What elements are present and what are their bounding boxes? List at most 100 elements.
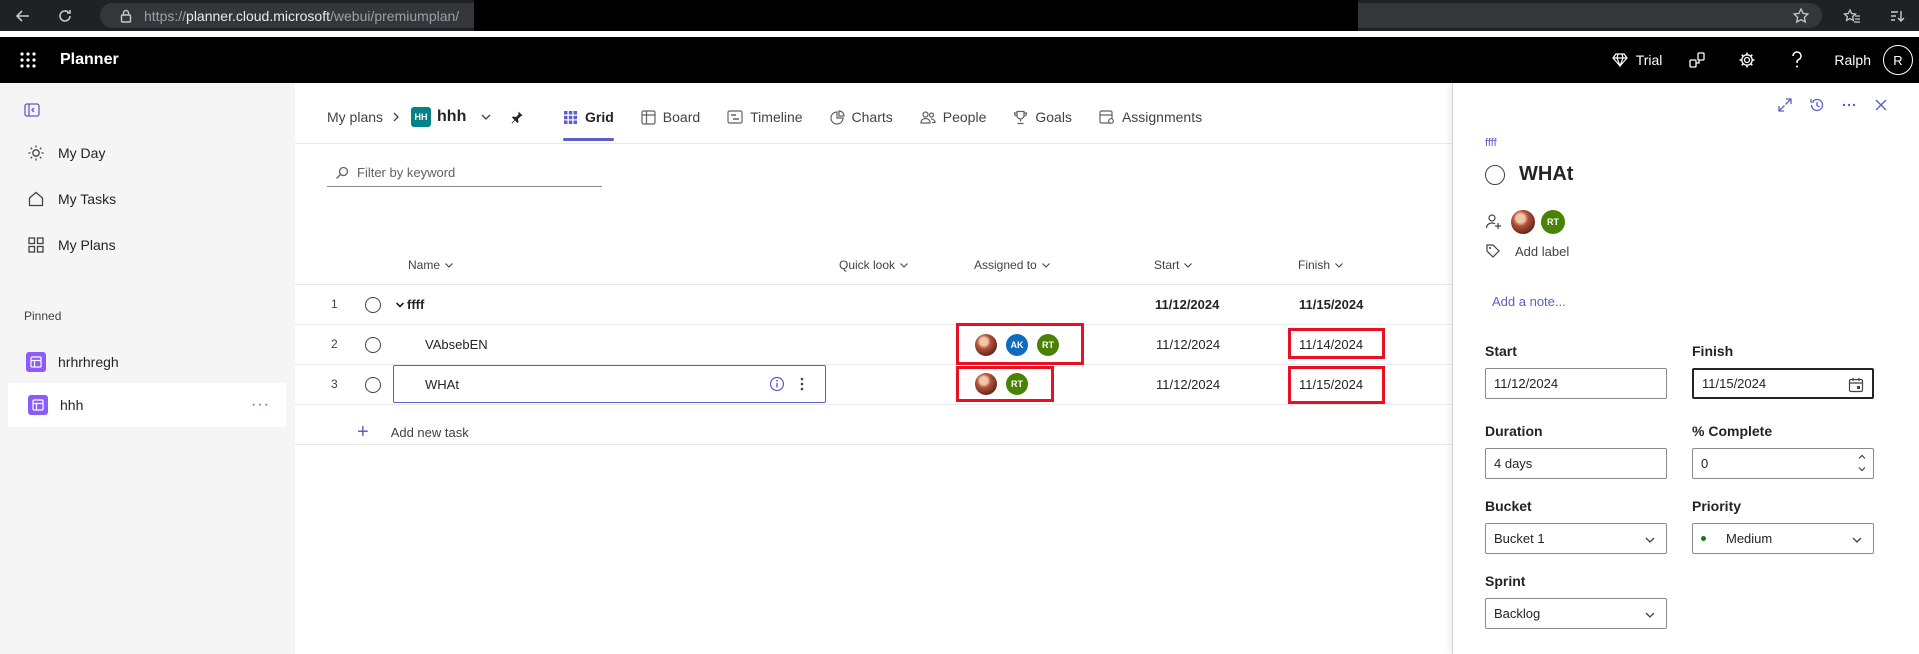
nav-my-plans[interactable]: My Plans [0, 223, 286, 267]
finish-date-field[interactable]: 11/15/2024 [1692, 368, 1874, 399]
task-finish[interactable]: 11/15/2024 [1299, 377, 1363, 392]
help-button[interactable] [1784, 47, 1810, 73]
chevron-down-icon [1851, 534, 1863, 546]
tab-charts[interactable]: Charts [829, 97, 893, 137]
priority-dropdown[interactable]: Medium [1692, 523, 1874, 554]
chevron-down-icon [445, 263, 453, 268]
column-header-finish[interactable]: Finish [1298, 258, 1344, 272]
avatar[interactable] [975, 373, 997, 395]
percent-complete-stepper[interactable]: 0 [1692, 448, 1874, 479]
user-avatar[interactable]: R [1883, 45, 1913, 75]
avatar[interactable]: AK [1006, 334, 1028, 356]
trial-button[interactable]: Trial [1611, 52, 1662, 68]
avatar[interactable]: RT [1541, 210, 1565, 234]
task-finish[interactable]: 11/15/2024 [1299, 297, 1363, 312]
add-note-link[interactable]: Add a note... [1492, 294, 1566, 309]
task-name[interactable]: VAbsebEN [425, 337, 488, 352]
chevron-up-icon[interactable] [1857, 452, 1867, 462]
refresh-button[interactable] [50, 1, 80, 31]
app-header: Planner Trial Ralph R [0, 37, 1919, 83]
close-icon[interactable] [1873, 97, 1889, 113]
task-finish[interactable]: 11/14/2024 [1299, 337, 1363, 352]
start-label: Start [1485, 343, 1517, 359]
tab-people[interactable]: People [920, 97, 986, 137]
tab-timeline[interactable]: Timeline [727, 97, 803, 137]
task-name[interactable]: ffff [407, 297, 424, 312]
back-arrow-icon [15, 9, 29, 22]
duration-field[interactable]: 4 days [1485, 448, 1667, 479]
more-options-icon[interactable]: ··· [251, 396, 270, 414]
people-icon [920, 110, 936, 125]
task-start[interactable]: 11/12/2024 [1156, 337, 1220, 352]
pinned-header: Pinned [24, 309, 62, 323]
chevron-down-icon[interactable] [395, 300, 405, 310]
complete-checkbox[interactable] [365, 297, 381, 313]
filter-input[interactable]: Filter by keyword [327, 159, 602, 187]
plan-icon [28, 395, 48, 415]
chevron-right-icon [393, 112, 399, 122]
pinned-plan-hrhrhregh[interactable]: hrhrhregh [0, 340, 286, 384]
breadcrumb-my-plans[interactable]: My plans [327, 109, 383, 125]
task-start[interactable]: 11/12/2024 [1155, 297, 1219, 312]
avatar[interactable] [975, 334, 997, 356]
column-header-name[interactable]: Name [408, 258, 454, 272]
chevron-down-icon[interactable] [1857, 464, 1867, 474]
trophy-icon [1013, 110, 1028, 125]
nav-label: My Tasks [58, 191, 117, 207]
history-icon[interactable] [1809, 97, 1825, 113]
column-header-quick-look[interactable]: Quick look [839, 258, 909, 272]
avatar[interactable]: RT [1006, 373, 1028, 395]
pinned-plan-hhh[interactable]: hhh ··· [8, 383, 286, 427]
task-name[interactable]: WHAt [425, 377, 459, 392]
column-header-start[interactable]: Start [1154, 258, 1193, 272]
table-row[interactable]: 1 ffff 11/12/2024 11/15/2024 [295, 285, 1452, 325]
back-button[interactable] [8, 1, 38, 31]
user-name[interactable]: Ralph [1834, 52, 1871, 68]
assignees-highlight [956, 366, 1054, 402]
complete-checkbox[interactable] [365, 337, 381, 353]
expand-icon[interactable] [1777, 97, 1793, 113]
tag-icon [1486, 244, 1500, 258]
assign-person-icon[interactable] [1485, 213, 1503, 231]
column-header-assigned-to[interactable]: Assigned to [974, 258, 1051, 272]
chevron-down-icon[interactable] [480, 111, 492, 123]
add-label-button[interactable]: Add label [1485, 243, 1569, 259]
share-button[interactable] [1684, 47, 1710, 73]
finish-label: Finish [1692, 343, 1734, 359]
start-date-field[interactable]: 11/12/2024 [1485, 368, 1667, 399]
bucket-dropdown[interactable]: Bucket 1 [1485, 523, 1667, 554]
nav-my-tasks[interactable]: My Tasks [0, 177, 286, 221]
priority-label: Priority [1692, 498, 1742, 514]
tab-grid[interactable]: Grid [563, 97, 614, 141]
favorites-icon[interactable] [1843, 0, 1861, 31]
sprint-dropdown[interactable]: Backlog [1485, 598, 1667, 629]
nav-my-day[interactable]: My Day [0, 131, 286, 175]
sidebar-toggle-icon [24, 103, 40, 117]
calendar-icon[interactable] [1848, 377, 1864, 393]
tab-assignments[interactable]: Assignments [1099, 97, 1202, 137]
task-title[interactable]: WHAt [1485, 163, 1573, 186]
bucket-breadcrumb[interactable]: ffff [1485, 137, 1497, 149]
collapse-nav-button[interactable] [24, 103, 40, 117]
avatar[interactable]: RT [1037, 334, 1059, 356]
info-icon[interactable] [769, 376, 785, 392]
complete-checkbox[interactable] [1485, 164, 1505, 185]
task-start[interactable]: 11/12/2024 [1156, 377, 1220, 392]
nav-label: hrhrhregh [58, 354, 119, 370]
add-new-task-button[interactable]: + Add new task [357, 421, 469, 444]
grid-icon [26, 236, 46, 254]
tab-goals[interactable]: Goals [1013, 97, 1072, 137]
settings-button[interactable] [1734, 47, 1760, 73]
more-options-icon[interactable] [1841, 97, 1857, 113]
more-vertical-icon[interactable] [799, 376, 805, 392]
app-launcher-button[interactable] [2, 37, 54, 83]
stepper-arrows[interactable] [1857, 452, 1867, 474]
browser-menu-icon[interactable] [1888, 0, 1906, 31]
pin-icon[interactable] [510, 110, 524, 124]
tab-board[interactable]: Board [641, 97, 700, 137]
table-row[interactable]: 2 VAbsebEN AK RT 11/12/2024 11/14/2024 [295, 323, 1452, 365]
table-row[interactable]: 3 WHAt RT 11/12/2024 11/15/2024 [295, 365, 1452, 405]
favorite-star-icon[interactable] [1792, 7, 1810, 25]
complete-checkbox[interactable] [365, 377, 381, 393]
avatar[interactable] [1511, 210, 1535, 234]
